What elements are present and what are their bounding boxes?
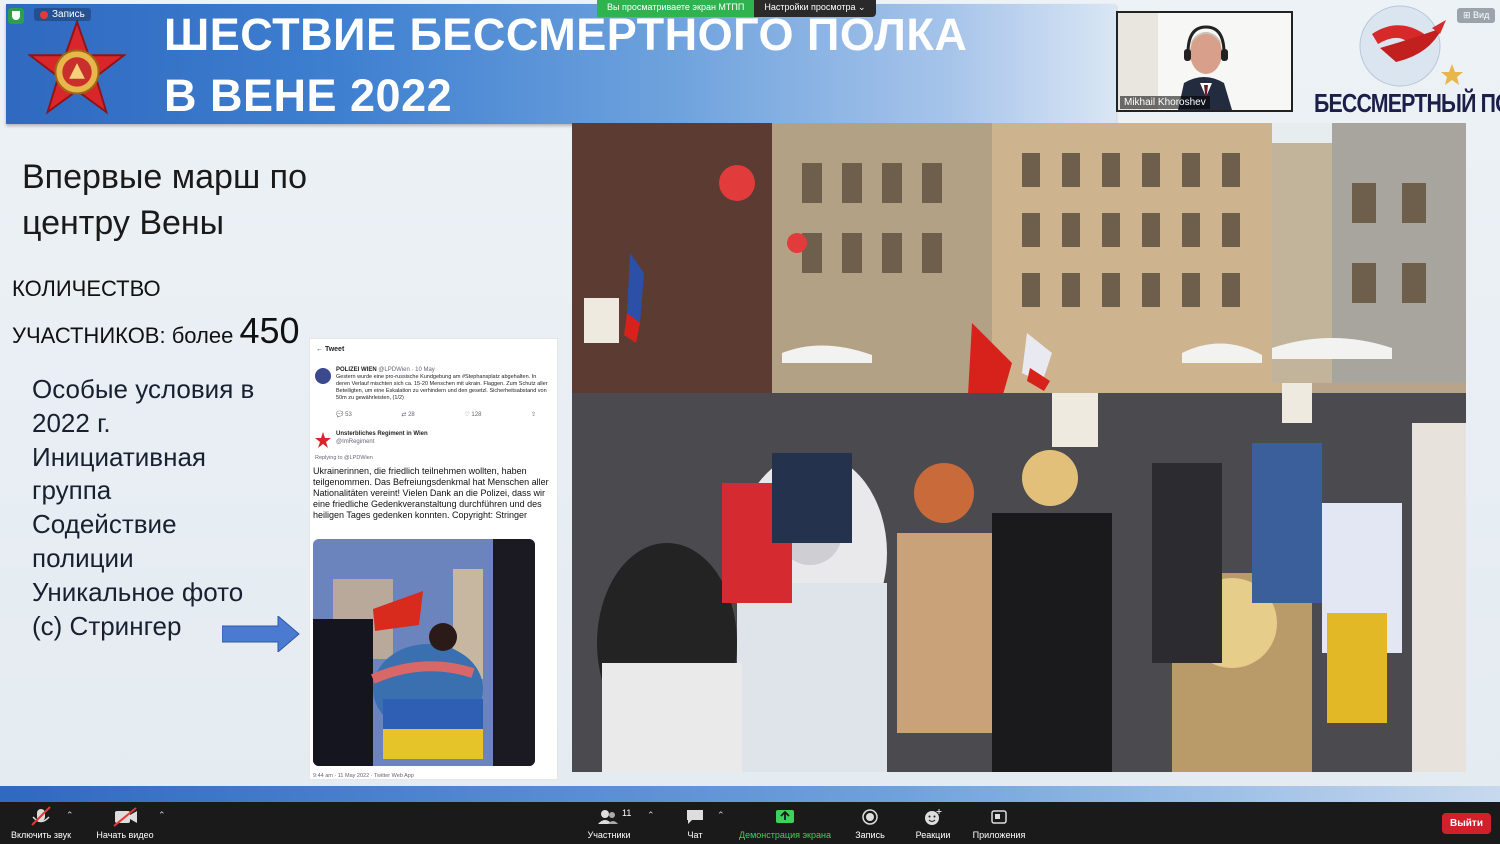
tweet-header: ← Tweet: [316, 346, 345, 353]
condition-line: Инициативная: [32, 441, 207, 472]
screen-share-bar: Вы просматриваете экран МТПП Настройки п…: [597, 0, 876, 17]
embrace-photo: [313, 539, 535, 766]
title-banner: ШЕСТВИЕ БЕССМЕРТНОГО ПОЛКА В ВЕНЕ 2022: [6, 4, 1116, 124]
participants-caret-icon[interactable]: ⌃: [647, 810, 655, 821]
reactions-button[interactable]: Реакции: [909, 802, 957, 844]
tweet-text: Gestern wurde eine pro-russische Kundgeb…: [336, 374, 548, 401]
like-count: 128: [471, 412, 482, 418]
chat-caret-icon[interactable]: ⌃: [717, 810, 725, 821]
view-options-label: Настройки просмотра: [764, 2, 856, 12]
condition-line: Уникальное фото: [32, 576, 244, 607]
tweet-handle-date: @LPDWien · 10 May: [378, 367, 435, 373]
apps-label: Приложения: [972, 830, 1026, 840]
tweet-screenshot: ← Tweet POLIZEI WIEN @LPDWien · 10 May G…: [309, 338, 558, 780]
like-count-icon: ♡ 128: [464, 412, 482, 418]
unmute-label: Включить звук: [10, 830, 72, 840]
start-video-button[interactable]: Начать видео: [92, 802, 158, 844]
reply-author-block: Unsterbliches Regiment in Wien @ImRegime…: [336, 430, 428, 446]
recording-label: Запись: [52, 9, 85, 20]
tweet-header-label: Tweet: [324, 346, 345, 353]
share-screen-icon: [776, 810, 794, 823]
participants-label: Участники: [587, 830, 631, 840]
condition-line: 2022 г.: [32, 407, 111, 438]
reply-count-icon: 💬 53: [336, 412, 352, 418]
slide-title-line-2: В ВЕНЕ 2022: [164, 70, 453, 121]
right-arrow-icon: [222, 616, 300, 652]
replying-to: Replying to @LPDWien: [315, 455, 373, 461]
unmute-button[interactable]: Включить звук: [6, 802, 76, 844]
video-options-caret-icon[interactable]: ⌃: [158, 810, 166, 821]
reply-body: Ukrainerinnen, die friedlich teilnehmen …: [313, 466, 549, 520]
red-star-avatar-icon: [315, 432, 331, 448]
record-icon: [862, 809, 878, 825]
share-screen-label: Демонстрация экрана: [739, 830, 831, 840]
slide-title: ШЕСТВИЕ БЕССМЕРТНОГО ПОЛКА В ВЕНЕ 2022: [164, 6, 1064, 125]
share-icon: ⇪: [530, 412, 536, 418]
leave-meeting-button[interactable]: Выйти: [1442, 813, 1491, 834]
condition-line: Особые условия в: [32, 374, 255, 404]
special-conditions-list: Особые условия в 2022 г. Инициативная гр…: [32, 373, 302, 643]
audio-options-caret-icon[interactable]: ⌃: [66, 810, 74, 821]
condition-line: Содействие: [32, 509, 177, 540]
retweet-count: 28: [408, 412, 415, 418]
participant-count: КОЛИЧЕСТВО УЧАСТНИКОВ: более 450: [12, 268, 352, 357]
start-video-label: Начать видео: [96, 830, 154, 840]
tweet-main: POLIZEI WIEN @LPDWien · 10 May Gestern w…: [336, 366, 548, 402]
smiley-plus-icon: [925, 809, 942, 825]
slide-heading: Впервые марш по центру Вены: [22, 154, 382, 246]
participants-count: 11: [622, 808, 632, 818]
condition-line: полиции: [32, 542, 134, 573]
meeting-toolbar: Включить звук ⌃ Начать видео ⌃ Участники…: [0, 802, 1500, 844]
tweet-footer: 9:44 am · 11 May 2022 · Twitter Web App: [313, 773, 414, 779]
crowd-photo: [572, 123, 1466, 772]
immortal-regiment-brand: БЕССМЕРТНЫЙ ПОЛК: [1314, 88, 1500, 118]
tweet-stats: 💬 53 ⇄ 28 ♡ 128 ⇪: [336, 411, 536, 418]
retweet-count-icon: ⇄ 28: [401, 412, 415, 418]
speaker-video-tile[interactable]: Mikhail Khoroshev: [1116, 11, 1293, 112]
condition-line: группа: [32, 475, 112, 506]
video-off-icon: [113, 807, 137, 827]
count-line-1: КОЛИЧЕСТВО: [12, 276, 161, 301]
sharing-notice: Вы просматриваете экран МТПП: [597, 0, 755, 17]
recording-indicator[interactable]: Запись: [34, 8, 91, 21]
reply-count: 53: [345, 412, 352, 418]
share-screen-button[interactable]: Демонстрация экрана: [735, 802, 835, 844]
record-dot-icon: [40, 10, 48, 19]
record-button[interactable]: Запись: [848, 802, 892, 844]
heading-line-1: Впервые марш по: [22, 158, 307, 196]
count-line-2: УЧАСТНИКОВ: более: [12, 323, 234, 348]
police-avatar: [315, 368, 331, 384]
reactions-label: Реакции: [915, 830, 951, 840]
slide-footer-bar: [0, 786, 1500, 802]
tweet-photo: [313, 539, 535, 766]
reply-author: Unsterbliches Regiment in Wien: [336, 431, 428, 437]
heading-line-2: центру Вены: [22, 204, 225, 242]
apps-icon: [991, 810, 1007, 824]
shared-slide: ШЕСТВИЕ БЕССМЕРТНОГО ПОЛКА В ВЕНЕ 2022 З…: [0, 0, 1500, 802]
view-options-button[interactable]: Настройки просмотра ⌄: [754, 0, 876, 17]
count-value: 450: [239, 310, 300, 351]
security-shield-icon[interactable]: [8, 8, 24, 24]
chat-label: Чат: [687, 830, 703, 840]
reply-handle: @ImRegiment: [336, 439, 375, 445]
speaker-name: Mikhail Khoroshev: [1120, 96, 1210, 109]
apps-button[interactable]: Приложения: [965, 802, 1033, 844]
tweet-author: POLIZEI WIEN: [336, 367, 377, 373]
vienna-march-photo: [572, 123, 1466, 772]
chat-button[interactable]: Чат: [678, 802, 712, 844]
record-label: Запись: [855, 830, 885, 840]
chat-icon: [687, 810, 703, 824]
red-star-emblem: [28, 20, 126, 115]
